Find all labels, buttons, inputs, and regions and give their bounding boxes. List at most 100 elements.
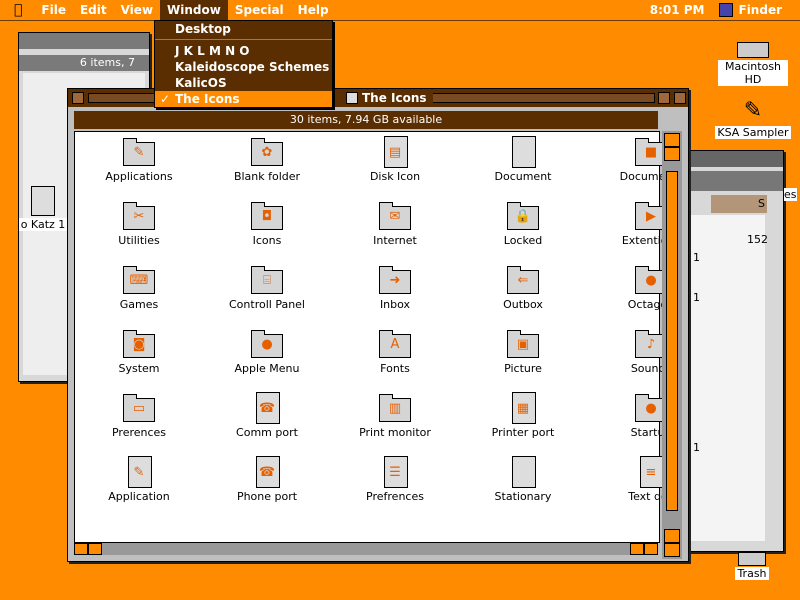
icon-label: Extentions <box>621 234 681 247</box>
scroll-right-arrow-icon[interactable] <box>88 543 102 555</box>
scroll-up-arrow-icon[interactable] <box>664 133 680 147</box>
icon-label: Text doc <box>628 490 674 503</box>
icon-item[interactable]: ☰ Prefrences <box>331 456 459 520</box>
desktop-icon-trash[interactable]: Trash <box>728 552 776 580</box>
icon-item[interactable]: ■ Documents <box>587 136 715 200</box>
icon-item[interactable]: ☎ Comm port <box>203 392 331 456</box>
icon-item[interactable]: ▦ Printer port <box>459 392 587 456</box>
print-monitor-icon: ▥ <box>379 392 411 424</box>
icon-glyph: ▥ <box>388 401 402 416</box>
icon-item[interactable]: ▶ Extentions <box>587 200 715 264</box>
menu-edit[interactable]: Edit <box>73 0 114 20</box>
icon-label: System <box>118 362 160 375</box>
zoom-box-icon[interactable] <box>658 92 670 104</box>
icon-label: Internet <box>373 234 417 247</box>
menu-item-desktop[interactable]: Desktop <box>155 21 332 37</box>
icon-item[interactable]: 🔒 Locked <box>459 200 587 264</box>
desktop-icon-ksa-sampler[interactable]: ✎ KSA Sampler <box>714 96 792 139</box>
icon-item[interactable]: ▥ Print monitor <box>331 392 459 456</box>
scroll-right-arrow-icon[interactable] <box>644 543 658 555</box>
icon-item[interactable]: ● Octagon <box>587 264 715 328</box>
scroll-thumb[interactable] <box>666 171 678 511</box>
menu-window[interactable]: Window <box>160 0 228 20</box>
icon-item[interactable]: ✎ Application <box>75 456 203 520</box>
column-header[interactable]: S <box>711 195 767 213</box>
scroll-left-arrow-icon[interactable] <box>630 543 644 555</box>
desktop-icon-label: Trash <box>735 567 769 580</box>
applications-folder-icon: ✎ <box>123 136 155 168</box>
icon-item[interactable]: ● Apple Menu <box>203 328 331 392</box>
desktop-edge-label: es <box>784 188 797 201</box>
menu-bar:  File Edit View Window Special Help 8:0… <box>0 0 800 21</box>
icon-item[interactable]: ▤ Disk Icon <box>331 136 459 200</box>
list-value: 152 <box>747 233 768 246</box>
icon-item[interactable]: Stationary <box>459 456 587 520</box>
games-folder-icon: ⌨ <box>123 264 155 296</box>
icon-item[interactable]: ≡ Text doc <box>587 456 715 520</box>
icon-glyph: ✎ <box>133 145 145 160</box>
close-box-icon[interactable] <box>72 92 84 104</box>
icons-folder-icon: ◘ <box>251 200 283 232</box>
icon-glyph: ▦ <box>516 401 530 416</box>
scroll-down-arrow-icon[interactable] <box>664 147 680 161</box>
icon-item[interactable]: ⇐ Outbox <box>459 264 587 328</box>
icon-item[interactable]: ▣ Picture <box>459 328 587 392</box>
icon-item[interactable]: ✿ Blank folder <box>203 136 331 200</box>
phone-port-icon: ☎ <box>251 456 283 488</box>
icon-glyph: ▤ <box>388 145 402 160</box>
icon-item[interactable]: ✂ Utilities <box>75 200 203 264</box>
apple-menu-icon[interactable]:  <box>0 0 34 20</box>
menu-view[interactable]: View <box>114 0 160 20</box>
icon-label: Printer port <box>491 426 555 439</box>
scroll-up-arrow-icon[interactable] <box>664 529 680 543</box>
menu-item-kalicos[interactable]: KalicOS <box>155 75 332 91</box>
icon-shape <box>512 136 536 168</box>
menu-item-the-icons[interactable]: ✓ The Icons <box>155 91 332 107</box>
menu-file[interactable]: File <box>34 0 73 20</box>
application-menu[interactable]: Finder <box>713 0 800 20</box>
collapse-box-icon[interactable] <box>674 92 686 104</box>
checkmark-icon: ✓ <box>160 92 171 106</box>
window-title-text: The Icons <box>362 91 427 105</box>
menu-item-the-icons-label: The Icons <box>175 92 240 106</box>
folder-icon <box>346 92 358 104</box>
document-icon <box>31 186 55 216</box>
icon-label: Phone port <box>236 490 298 503</box>
scroll-left-arrow-icon[interactable] <box>74 543 88 555</box>
menu-item-jklmno[interactable]: J K L M N O <box>155 43 332 59</box>
icon-label: Apple Menu <box>234 362 300 375</box>
icon-item[interactable]: ➜ Inbox <box>331 264 459 328</box>
internet-folder-icon: ✉ <box>379 200 411 232</box>
the-icons-window[interactable]: The Icons 30 items, 7.94 GB available ✎ A… <box>67 88 689 562</box>
desktop-icon-katz[interactable]: o Katz 1 <box>16 186 70 231</box>
icon-item[interactable]: ⌨ Games <box>75 264 203 328</box>
desktop-icon-macintosh-hd[interactable]: Macintosh HD <box>718 42 788 86</box>
clock[interactable]: 8:01 PM <box>642 0 713 20</box>
icon-item[interactable]: ☎ Phone port <box>203 456 331 520</box>
icon-item[interactable]: ◙ System <box>75 328 203 392</box>
icon-item[interactable]: ✎ Applications <box>75 136 203 200</box>
vertical-scrollbar[interactable] <box>662 131 682 559</box>
icon-item[interactable]: A Fonts <box>331 328 459 392</box>
trash-icon <box>738 552 766 566</box>
icon-item[interactable]: ✉ Internet <box>331 200 459 264</box>
menu-special[interactable]: Special <box>228 0 291 20</box>
icon-label: Icons <box>252 234 282 247</box>
icon-item[interactable]: ● Startup <box>587 392 715 456</box>
icon-glyph: ⇐ <box>517 273 529 288</box>
icon-item[interactable]: ▭ Prerences <box>75 392 203 456</box>
menu-item-kaleidoscope-schemes[interactable]: Kaleidoscope Schemes <box>155 59 332 75</box>
icon-item[interactable]: ♪ Sounds <box>587 328 715 392</box>
desktop-icon-label: Macintosh HD <box>718 60 788 86</box>
icon-label: Stationary <box>494 490 552 503</box>
icon-item[interactable]: ◘ Icons <box>203 200 331 264</box>
icon-label: Application <box>108 490 170 503</box>
icon-item[interactable]: ⌸ Controll Panel <box>203 264 331 328</box>
icon-item[interactable]: Document <box>459 136 587 200</box>
icon-glyph: ➜ <box>389 273 401 288</box>
scroll-down-arrow-icon[interactable] <box>664 543 680 557</box>
horizontal-scrollbar[interactable] <box>74 543 658 555</box>
menu-help[interactable]: Help <box>291 0 336 20</box>
window-title-bar[interactable] <box>19 33 149 49</box>
icon-label: Octagon <box>627 298 675 311</box>
